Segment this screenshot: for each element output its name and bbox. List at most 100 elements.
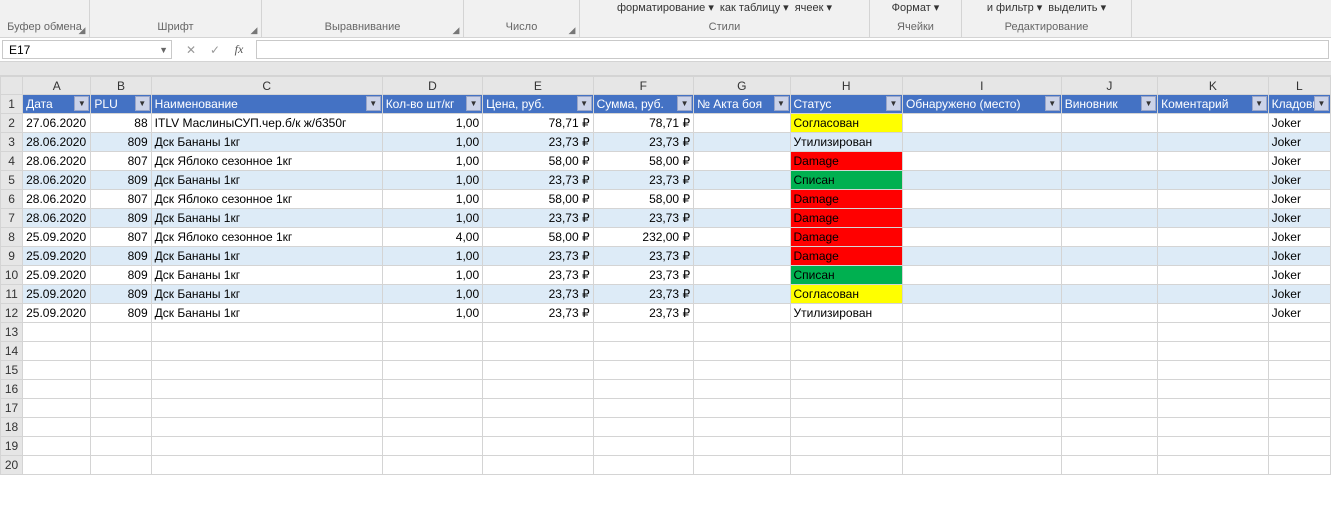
table-column-header[interactable]: Кладовщ▼ — [1268, 95, 1330, 114]
cell[interactable] — [694, 266, 790, 285]
cell[interactable] — [483, 418, 593, 437]
table-row[interactable]: 18 — [1, 418, 1331, 437]
cell[interactable]: Joker — [1268, 247, 1330, 266]
cell[interactable] — [1268, 323, 1330, 342]
cell[interactable] — [593, 361, 693, 380]
cell[interactable] — [1158, 247, 1268, 266]
row-header[interactable]: 13 — [1, 323, 23, 342]
expand-icon[interactable]: ◢ — [249, 25, 259, 35]
cell[interactable]: Дск Бананы 1кг — [151, 171, 382, 190]
cell[interactable] — [1158, 304, 1268, 323]
table-row[interactable]: 19 — [1, 437, 1331, 456]
cell[interactable] — [903, 456, 1062, 475]
table-row[interactable]: 1225.09.2020809Дск Бананы 1кг1,0023,73 ₽… — [1, 304, 1331, 323]
cell[interactable]: Дск Бананы 1кг — [151, 285, 382, 304]
cell[interactable]: Дск Бананы 1кг — [151, 266, 382, 285]
cell[interactable]: 25.09.2020 — [23, 266, 91, 285]
cell[interactable]: 78,71 ₽ — [483, 114, 593, 133]
cell[interactable] — [1158, 437, 1268, 456]
cell[interactable] — [1268, 456, 1330, 475]
cell[interactable] — [790, 380, 903, 399]
sort-filter-button[interactable]: и фильтр ▾ — [987, 1, 1042, 14]
cell[interactable] — [1158, 152, 1268, 171]
cell[interactable]: Joker — [1268, 171, 1330, 190]
cell[interactable] — [1158, 399, 1268, 418]
cell[interactable] — [903, 437, 1062, 456]
cell[interactable]: 28.06.2020 — [23, 190, 91, 209]
cell[interactable] — [790, 418, 903, 437]
row-header[interactable]: 7 — [1, 209, 23, 228]
cell[interactable] — [382, 380, 482, 399]
cell[interactable]: Списан — [790, 171, 903, 190]
cell[interactable]: 1,00 — [382, 133, 482, 152]
cell[interactable]: 809 — [91, 266, 151, 285]
cell[interactable]: Дск Бананы 1кг — [151, 209, 382, 228]
row-header[interactable]: 6 — [1, 190, 23, 209]
table-column-header[interactable]: Наименование▼ — [151, 95, 382, 114]
cell[interactable] — [694, 285, 790, 304]
table-row[interactable]: 15 — [1, 361, 1331, 380]
cell[interactable] — [1158, 114, 1268, 133]
cell[interactable] — [91, 418, 151, 437]
cell[interactable] — [382, 361, 482, 380]
table-row[interactable]: 328.06.2020809Дск Бананы 1кг1,0023,73 ₽2… — [1, 133, 1331, 152]
cell[interactable] — [151, 418, 382, 437]
cell[interactable] — [483, 399, 593, 418]
cell[interactable] — [23, 456, 91, 475]
cell[interactable] — [1061, 323, 1157, 342]
filter-dropdown-icon[interactable]: ▼ — [74, 96, 89, 111]
cell[interactable] — [382, 456, 482, 475]
cell[interactable] — [1061, 152, 1157, 171]
cell[interactable]: Damage — [790, 152, 903, 171]
cell[interactable]: 1,00 — [382, 266, 482, 285]
cell[interactable] — [1061, 399, 1157, 418]
cell[interactable]: Joker — [1268, 285, 1330, 304]
cell[interactable] — [1061, 266, 1157, 285]
cell[interactable] — [91, 437, 151, 456]
table-row[interactable]: 925.09.2020809Дск Бананы 1кг1,0023,73 ₽2… — [1, 247, 1331, 266]
cell[interactable] — [903, 266, 1062, 285]
cell[interactable] — [694, 342, 790, 361]
cell[interactable] — [1061, 247, 1157, 266]
cell[interactable] — [790, 361, 903, 380]
row-header[interactable]: 15 — [1, 361, 23, 380]
cell[interactable] — [91, 342, 151, 361]
cell[interactable] — [593, 342, 693, 361]
cell[interactable] — [903, 228, 1062, 247]
cell[interactable]: Joker — [1268, 114, 1330, 133]
row-header[interactable]: 17 — [1, 399, 23, 418]
cell[interactable]: 28.06.2020 — [23, 133, 91, 152]
column-header-B[interactable]: B — [91, 77, 151, 95]
cell[interactable]: Дск Яблоко сезонное 1кг — [151, 228, 382, 247]
filter-dropdown-icon[interactable]: ▼ — [466, 96, 481, 111]
cell[interactable]: Дск Яблоко сезонное 1кг — [151, 152, 382, 171]
cell[interactable] — [1268, 380, 1330, 399]
cell[interactable] — [790, 323, 903, 342]
cell[interactable]: 23,73 ₽ — [593, 266, 693, 285]
column-header-F[interactable]: F — [593, 77, 693, 95]
cell[interactable]: 807 — [91, 190, 151, 209]
cell[interactable] — [903, 133, 1062, 152]
cell[interactable]: Joker — [1268, 190, 1330, 209]
cell[interactable] — [903, 323, 1062, 342]
cell[interactable]: 58,00 ₽ — [483, 228, 593, 247]
table-row[interactable]: 1125.09.2020809Дск Бананы 1кг1,0023,73 ₽… — [1, 285, 1331, 304]
cell[interactable]: 27.06.2020 — [23, 114, 91, 133]
cell[interactable] — [1158, 361, 1268, 380]
row-header[interactable]: 16 — [1, 380, 23, 399]
cell[interactable] — [483, 323, 593, 342]
filter-dropdown-icon[interactable]: ▼ — [886, 96, 901, 111]
cell[interactable] — [694, 304, 790, 323]
cell[interactable] — [1268, 342, 1330, 361]
cell[interactable] — [1061, 133, 1157, 152]
row-header[interactable]: 5 — [1, 171, 23, 190]
cell[interactable] — [903, 304, 1062, 323]
cell[interactable]: 1,00 — [382, 209, 482, 228]
cell[interactable]: 232,00 ₽ — [593, 228, 693, 247]
cell[interactable]: 23,73 ₽ — [593, 171, 693, 190]
cell[interactable]: Joker — [1268, 152, 1330, 171]
cell[interactable]: Дск Бананы 1кг — [151, 304, 382, 323]
filter-dropdown-icon[interactable]: ▼ — [577, 96, 592, 111]
column-header-E[interactable]: E — [483, 77, 593, 95]
cell[interactable] — [903, 247, 1062, 266]
